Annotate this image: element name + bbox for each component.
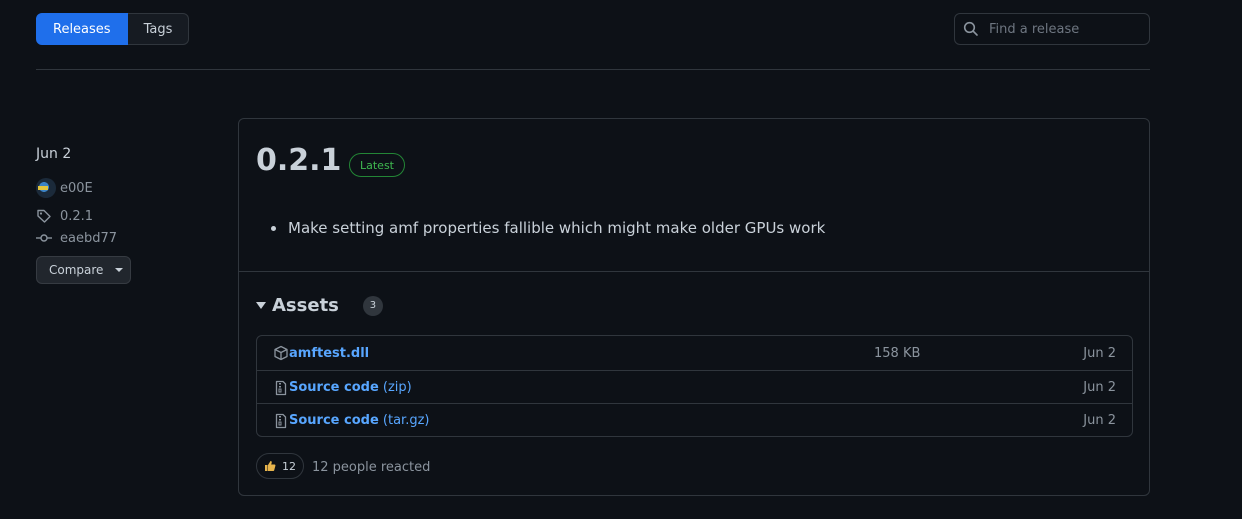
- asset-row: amftest.dll 158 KB Jun 2: [257, 336, 1132, 370]
- card-divider: [239, 271, 1149, 272]
- release-search: [954, 13, 1150, 45]
- compare-button[interactable]: Compare: [36, 256, 131, 284]
- assets-count-badge: 3: [362, 295, 383, 316]
- release-tabs: Releases Tags: [36, 13, 190, 45]
- assets-title: Assets: [272, 295, 339, 316]
- asset-row: Source code (tar.gz) Jun 2: [257, 403, 1132, 437]
- tag-icon: [36, 208, 52, 224]
- thumbs-up-reaction-button[interactable]: 12: [256, 453, 304, 479]
- search-input[interactable]: [987, 20, 1137, 38]
- tag-name[interactable]: 0.2.1: [60, 209, 93, 224]
- bullet-icon: [271, 225, 276, 231]
- package-icon: [273, 345, 289, 361]
- asset-size: 158 KB: [874, 345, 921, 361]
- tab-releases[interactable]: Releases: [36, 13, 128, 45]
- commit-hash[interactable]: eaebd77: [60, 231, 117, 246]
- author-link[interactable]: e00E: [36, 178, 93, 198]
- asset-link[interactable]: Source code (zip): [289, 380, 412, 395]
- asset-date: Jun 2: [1083, 413, 1116, 428]
- tag-link[interactable]: 0.2.1: [36, 208, 93, 224]
- thumbs-up-icon: [264, 460, 276, 472]
- assets-list: amftest.dll 158 KB Jun 2 Source code (zi…: [256, 335, 1133, 437]
- release-date: Jun 2: [36, 146, 72, 162]
- tab-tags[interactable]: Tags: [127, 13, 190, 45]
- latest-badge: Latest: [349, 153, 405, 177]
- file-zip-icon: [273, 413, 289, 429]
- triangle-down-icon[interactable]: [256, 302, 266, 309]
- release-note-item: Make setting amf properties fallible whi…: [288, 219, 826, 237]
- asset-date: Jun 2: [1083, 380, 1116, 395]
- search-icon: [963, 21, 979, 37]
- assets-header[interactable]: Assets 3: [256, 295, 383, 316]
- asset-link[interactable]: amftest.dll: [289, 346, 369, 361]
- file-zip-icon: [273, 380, 289, 396]
- commit-link[interactable]: eaebd77: [36, 230, 117, 246]
- release-notes: Make setting amf properties fallible whi…: [271, 219, 825, 237]
- release-title[interactable]: 0.2.1: [256, 143, 341, 178]
- compare-label: Compare: [49, 263, 104, 277]
- chevron-down-icon: [115, 268, 124, 272]
- reaction-summary: 12 people reacted: [312, 460, 431, 475]
- commit-icon: [36, 230, 52, 246]
- author-name[interactable]: e00E: [60, 181, 93, 196]
- asset-row: Source code (zip) Jun 2: [257, 370, 1132, 404]
- asset-date: Jun 2: [1083, 345, 1116, 361]
- reaction-count: 12: [282, 459, 296, 473]
- header-divider: [36, 69, 1150, 70]
- asset-link[interactable]: Source code (tar.gz): [289, 413, 429, 428]
- avatar: [36, 178, 56, 198]
- release-card: 0.2.1 Latest Make setting amf properties…: [238, 118, 1150, 496]
